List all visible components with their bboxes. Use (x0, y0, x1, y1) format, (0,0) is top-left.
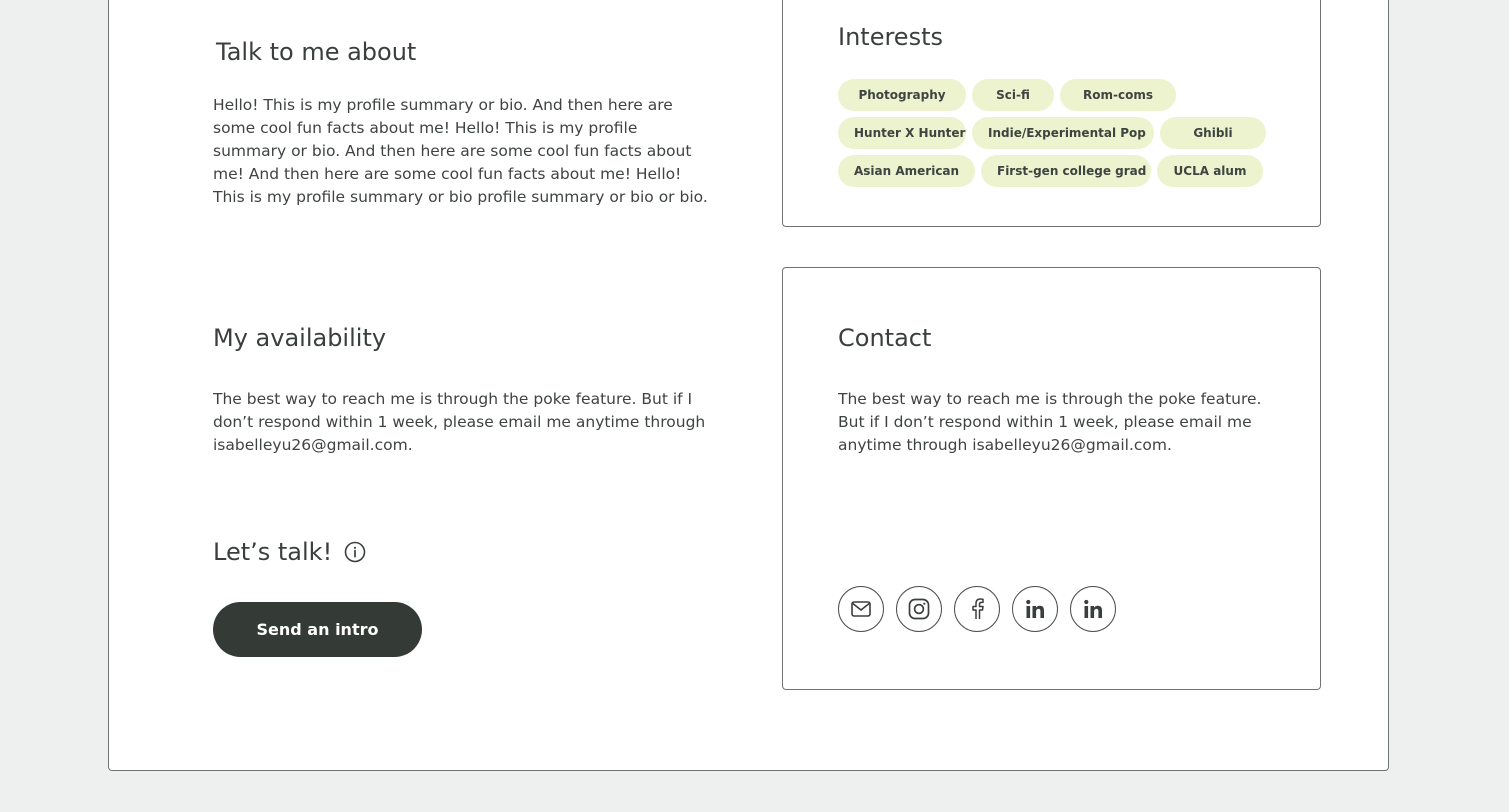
interest-chip[interactable]: Indie/Experimental Pop (972, 117, 1154, 149)
interest-chip[interactable]: Hunter X Hunter (838, 117, 966, 149)
info-circle-icon[interactable] (344, 541, 366, 563)
interest-chip[interactable]: Rom-coms (1060, 79, 1176, 111)
interest-chip[interactable]: Ghibli (1160, 117, 1266, 149)
contact-title: Contact (838, 324, 932, 352)
mail-icon[interactable] (838, 586, 884, 632)
interest-chip[interactable]: UCLA alum (1157, 155, 1263, 187)
lets-talk-title: Let’s talk! (213, 538, 333, 566)
availability-title: My availability (213, 324, 387, 352)
social-links (838, 586, 1116, 632)
interests-panel: Interests Photography Sci-fi Rom-coms Hu… (782, 0, 1321, 227)
lets-talk-header: Let’s talk! (213, 538, 366, 566)
contact-text: The best way to reach me is through the … (838, 390, 1262, 454)
interest-chip[interactable]: Photography (838, 79, 966, 111)
availability-text: The best way to reach me is through the … (213, 390, 706, 454)
about-title: Talk to me about (216, 38, 417, 66)
contact-panel: Contact The best way to reach me is thro… (782, 267, 1321, 690)
facebook-icon[interactable] (954, 586, 1000, 632)
send-intro-button[interactable]: Send an intro (213, 602, 422, 657)
interest-chip[interactable]: Sci-fi (972, 79, 1054, 111)
linkedin-icon[interactable] (1012, 586, 1058, 632)
interest-chip[interactable]: First-gen college grad (981, 155, 1151, 187)
linkedin-icon[interactable] (1070, 586, 1116, 632)
interest-row: Asian American First-gen college grad UC… (838, 155, 1278, 187)
interest-chip[interactable]: Asian American (838, 155, 975, 187)
bio-text: Hello! This is my profile summary or bio… (213, 96, 708, 206)
interest-row: Photography Sci-fi Rom-coms (838, 79, 1278, 111)
interests-title: Interests (838, 23, 943, 51)
interest-row: Hunter X Hunter Indie/Experimental Pop G… (838, 117, 1278, 149)
interest-chips: Photography Sci-fi Rom-coms Hunter X Hun… (838, 79, 1278, 193)
instagram-icon[interactable] (896, 586, 942, 632)
profile-card: Talk to me about Hello! This is my profi… (108, 0, 1389, 771)
